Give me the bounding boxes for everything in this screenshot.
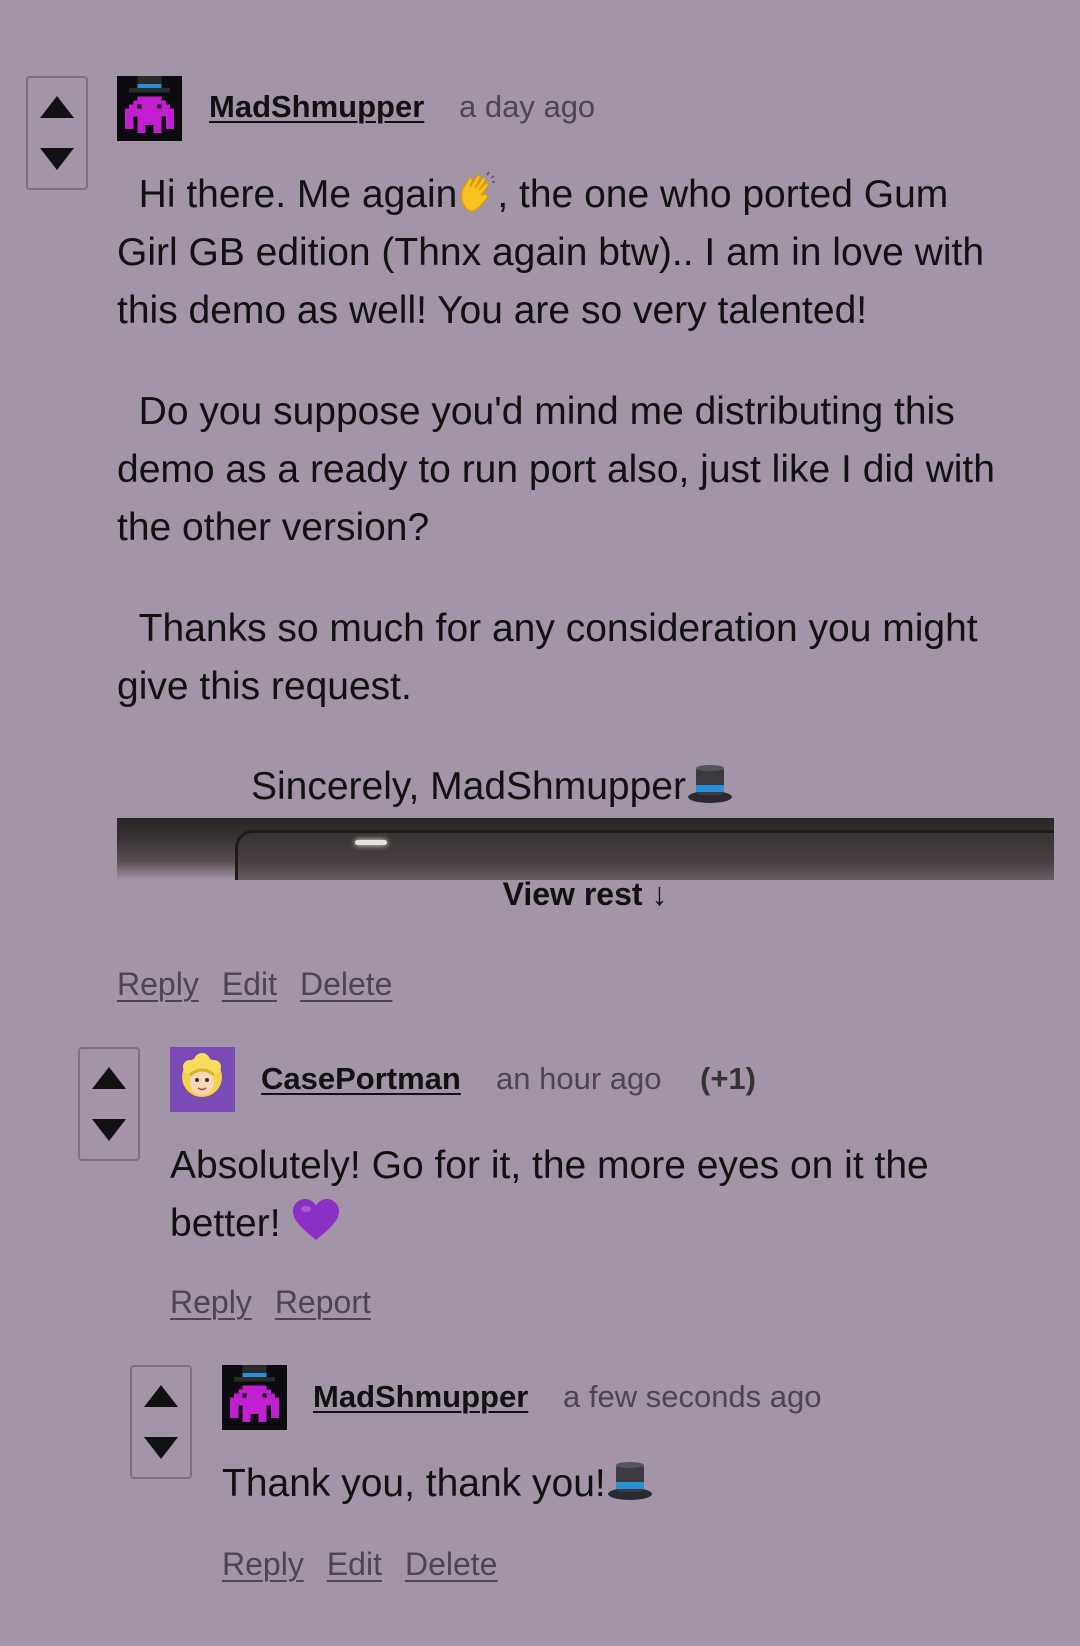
- comment-text-line: Do you suppose you'd mind me distributin…: [117, 383, 955, 441]
- vote-box: [26, 76, 88, 190]
- comment-text: Thanks so much for any consideration you…: [138, 607, 978, 650]
- upvote-button[interactable]: [90, 1063, 128, 1095]
- device-frame: [235, 830, 1054, 880]
- comment-text-line: Thank you, thank you!: [222, 1455, 654, 1519]
- upvote-arrow-icon: [92, 1067, 126, 1089]
- avatar[interactable]: [117, 76, 182, 141]
- report-link[interactable]: Report: [275, 1284, 371, 1320]
- upvote-arrow-icon: [40, 96, 74, 118]
- username-link[interactable]: MadShmupper: [313, 1379, 528, 1415]
- downvote-arrow-icon: [40, 148, 74, 170]
- comment-text-line: better!: [170, 1195, 341, 1259]
- comment-text-line: the other version?: [117, 506, 430, 549]
- reply-link[interactable]: Reply: [170, 1284, 252, 1320]
- avatar[interactable]: [222, 1365, 287, 1430]
- image-glare: [355, 840, 387, 845]
- space-invader-tophat-avatar-icon: [117, 76, 182, 141]
- downvote-arrow-icon: [144, 1437, 178, 1459]
- blonde-character-avatar-icon: [170, 1047, 235, 1112]
- waving-hand-emoji: [457, 171, 497, 230]
- downvote-arrow-icon: [92, 1119, 126, 1141]
- comment-score: (+1): [700, 1061, 756, 1096]
- comment-timestamp[interactable]: an hour ago: [496, 1061, 661, 1097]
- view-rest-button[interactable]: View rest ↓: [0, 876, 1080, 913]
- comment-actions: Reply Edit Delete: [222, 1546, 520, 1583]
- comment-text-line: give this request.: [117, 665, 412, 708]
- downvote-button[interactable]: [38, 142, 76, 174]
- comment-actions: Reply Edit Delete: [117, 966, 415, 1003]
- username-link[interactable]: MadShmupper: [209, 89, 424, 125]
- upvote-button[interactable]: [142, 1381, 180, 1413]
- edit-link[interactable]: Edit: [327, 1546, 382, 1582]
- comment-text-line: this demo as well! You are so very talen…: [117, 289, 868, 332]
- comment-timestamp[interactable]: a day ago: [459, 89, 595, 125]
- edit-link[interactable]: Edit: [222, 966, 277, 1002]
- reply-link[interactable]: Reply: [117, 966, 199, 1002]
- username-link[interactable]: CasePortman: [261, 1061, 461, 1097]
- vote-box: [78, 1047, 140, 1161]
- comment-text: Hi there. Me again: [138, 173, 458, 216]
- downvote-button[interactable]: [90, 1113, 128, 1145]
- top-hat-emoji: [686, 763, 734, 822]
- comment-text-line: Girl GB edition (Thnx again btw).. I am …: [117, 231, 985, 274]
- top-hat-emoji: [606, 1460, 654, 1519]
- comment-actions: Reply Report: [170, 1284, 394, 1321]
- space-invader-tophat-avatar-icon: [222, 1365, 287, 1430]
- comment-text: Sincerely, MadShmupper: [251, 765, 686, 808]
- comment-text: , the one who ported Gum: [497, 173, 949, 216]
- avatar[interactable]: [170, 1047, 235, 1112]
- delete-link[interactable]: Delete: [405, 1546, 498, 1582]
- reply-link[interactable]: Reply: [222, 1546, 304, 1582]
- comment-text-line: Hi there. Me again , the one who ported G…: [117, 166, 948, 230]
- comment-timestamp[interactable]: a few seconds ago: [563, 1379, 822, 1415]
- purple-heart-emoji: [291, 1198, 341, 1259]
- upvote-button[interactable]: [38, 92, 76, 124]
- comment-text: better!: [170, 1202, 281, 1245]
- comment-text-line: demo as a ready to run port also, just l…: [117, 448, 995, 491]
- comment-signature: Sincerely, MadShmupper: [251, 758, 734, 822]
- comment-text-line: Absolutely! Go for it, the more eyes on …: [170, 1144, 929, 1187]
- delete-link[interactable]: Delete: [300, 966, 393, 1002]
- comment-text: Thank you, thank you!: [222, 1462, 606, 1505]
- comment-text-line: Thanks so much for any consideration you…: [117, 600, 978, 658]
- embedded-image-preview[interactable]: [117, 818, 1054, 880]
- vote-box: [130, 1365, 192, 1479]
- comment-text: Do you suppose you'd mind me distributin…: [138, 390, 955, 433]
- upvote-arrow-icon: [144, 1385, 178, 1407]
- downvote-button[interactable]: [142, 1431, 180, 1463]
